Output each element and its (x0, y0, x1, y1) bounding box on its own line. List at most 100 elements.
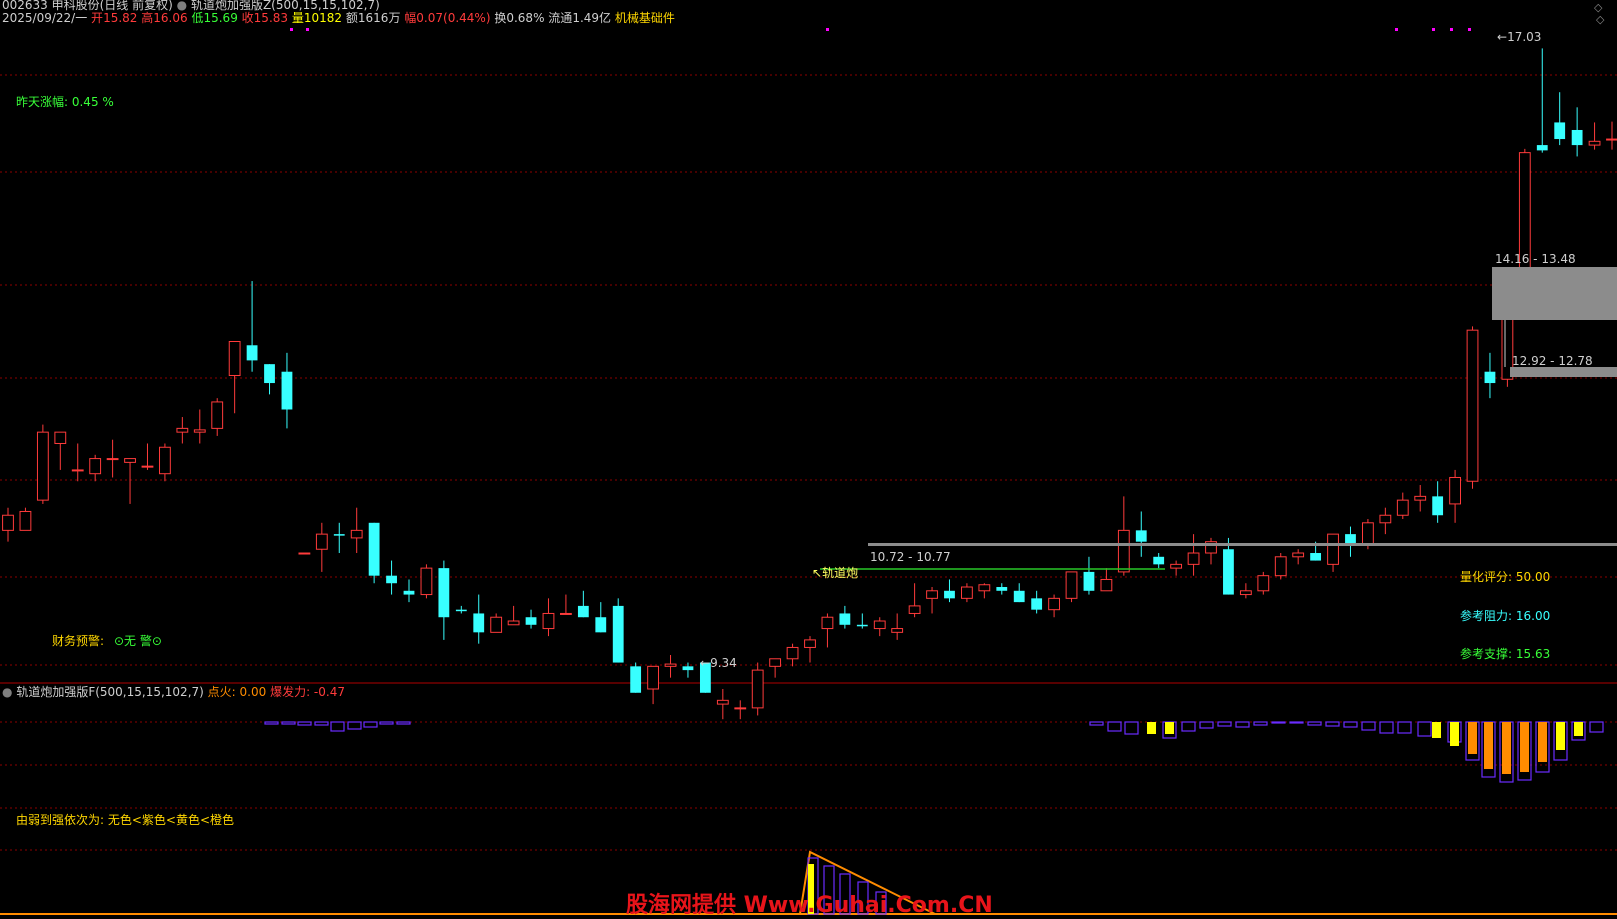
candle (473, 594, 485, 644)
candle (630, 662, 642, 693)
strength-bar-purple (363, 721, 378, 728)
strength-bar-purple (314, 721, 329, 726)
candle-body (54, 431, 67, 444)
candle-body (751, 669, 764, 709)
strength-bar-purple (281, 721, 296, 725)
candle (1031, 590, 1043, 614)
candle (1327, 533, 1339, 572)
candle (298, 552, 311, 555)
marker-dot (826, 28, 829, 31)
candle (368, 522, 380, 584)
candle-body (1571, 129, 1583, 146)
candle (961, 583, 973, 603)
strength-bar-yellow (1556, 722, 1565, 750)
candle-body (176, 427, 189, 433)
strength-bar-purple (1181, 721, 1196, 732)
strength-bar-purple (1397, 721, 1412, 734)
strength-bar-orange (1484, 722, 1493, 769)
marker-dot (1468, 28, 1471, 31)
candle-body (804, 639, 816, 648)
zone-mid-label: 12.92 - 12.78 (1512, 354, 1593, 368)
candle (560, 594, 572, 615)
candle-body (490, 616, 503, 633)
candle (193, 409, 206, 444)
candle (2, 507, 14, 542)
strength-bar-yellow (1432, 722, 1441, 738)
candle-body (873, 620, 886, 630)
candle-body (350, 529, 363, 539)
candle (438, 560, 450, 640)
candle-body (839, 613, 851, 625)
strength-bar-purple (1124, 721, 1139, 735)
candle (333, 522, 345, 554)
candle (595, 602, 607, 633)
candle-body (525, 617, 537, 625)
zone-low-label: 10.72 - 10.77 (870, 550, 951, 564)
strength-bar-purple (1107, 721, 1122, 732)
candle (804, 636, 816, 663)
candle-body (577, 605, 589, 618)
strength-bar-purple (1417, 721, 1432, 737)
strength-bar-yellow (1165, 722, 1174, 734)
candle-body (1083, 571, 1095, 591)
candle (1466, 326, 1479, 489)
candle-body (386, 575, 397, 584)
candle (1205, 537, 1217, 565)
candle-body (1292, 552, 1305, 558)
candle (420, 564, 433, 599)
candle (1274, 553, 1287, 580)
candle (1065, 571, 1078, 603)
strength-bar-purple (1199, 721, 1214, 729)
candle-body (89, 458, 102, 475)
candle-body (507, 620, 520, 626)
candle-body (786, 646, 799, 660)
candle-body (1327, 533, 1339, 565)
candle (612, 598, 624, 663)
sub-indicator-panel (264, 721, 1604, 915)
marker-dot (1450, 28, 1453, 31)
candle-body (1223, 549, 1234, 595)
candle (1239, 583, 1252, 599)
strength-bar-purple (379, 721, 394, 725)
candle-body (734, 707, 747, 710)
candle-body (264, 364, 275, 384)
candle-body (141, 465, 154, 468)
zone-mid-box (1510, 367, 1617, 377)
candle-body (1449, 476, 1461, 505)
candle (1100, 568, 1113, 592)
candle (228, 341, 241, 414)
candle-body (1170, 563, 1183, 569)
support-resistance-overlays: ◇◇ (290, 1, 1617, 570)
candle-body (420, 567, 433, 596)
marker-dot (290, 28, 293, 31)
zone-upper-box (1492, 267, 1617, 320)
low-marker: ←9.34 (700, 656, 737, 670)
candle (944, 579, 955, 603)
candle (176, 417, 189, 444)
candle-body (996, 587, 1008, 591)
candle (1571, 107, 1583, 157)
candle (19, 507, 32, 531)
candle-body (1013, 590, 1025, 603)
candle-body (1536, 145, 1548, 151)
candle-body (473, 613, 485, 633)
candle-body (944, 590, 955, 599)
strength-bar-purple (297, 721, 312, 726)
candle (926, 587, 938, 614)
strength-bar-purple (1235, 721, 1250, 728)
strength-bar-orange (1538, 722, 1547, 762)
candle-body (1554, 122, 1566, 140)
candle-body (664, 663, 677, 667)
candle-body (769, 658, 782, 667)
candle-body (630, 666, 642, 693)
strength-bar-yellow (1450, 722, 1459, 746)
candle (1257, 571, 1270, 595)
candle (1153, 553, 1165, 569)
candle (141, 443, 154, 470)
candle-body (455, 609, 467, 612)
strength-bar-purple (1361, 721, 1376, 731)
candle (1223, 537, 1234, 595)
candle (751, 662, 764, 716)
candle (106, 439, 119, 478)
candlestick-series (2, 48, 1617, 720)
